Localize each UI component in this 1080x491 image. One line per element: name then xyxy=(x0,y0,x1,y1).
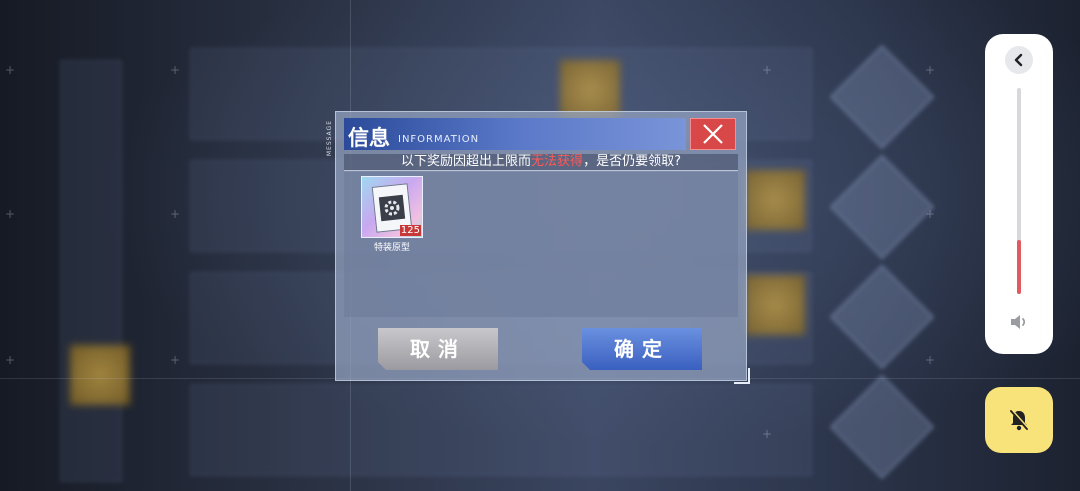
speaker-icon[interactable] xyxy=(1007,310,1031,334)
bg-cross: + xyxy=(170,63,181,77)
volume-back-button[interactable] xyxy=(1005,46,1033,74)
bg-diamond xyxy=(829,264,935,370)
bg-cross: + xyxy=(170,353,181,367)
dialog-corner-decoration xyxy=(734,368,750,384)
chevron-left-icon xyxy=(1014,53,1023,67)
volume-slider[interactable] xyxy=(1017,88,1021,294)
gear-emblem xyxy=(378,194,406,222)
dialog-title: 信息 xyxy=(348,125,390,150)
message-suffix: ，是否仍要领取? xyxy=(583,154,681,169)
bg-cross: + xyxy=(762,427,773,441)
bg-diamond xyxy=(829,374,935,480)
close-icon xyxy=(703,124,723,144)
reward-item[interactable]: 125 xyxy=(361,176,423,238)
bg-cross: + xyxy=(925,63,936,77)
dialog-message: 以下奖励因超出上限而无法获得，是否仍要领取? xyxy=(344,154,738,171)
bg-reward-row xyxy=(190,384,812,476)
confirm-button[interactable]: 确定 xyxy=(582,328,702,370)
bg-cross: + xyxy=(5,63,16,77)
bg-cross: + xyxy=(5,353,16,367)
dialog-title-en: INFORMATION xyxy=(398,134,480,145)
bg-cross: + xyxy=(5,207,16,221)
mute-button[interactable] xyxy=(985,387,1053,453)
cancel-button[interactable]: 取消 xyxy=(378,328,498,370)
bg-reward-tile xyxy=(70,345,130,405)
message-prefix: 以下奖励因超出上限而 xyxy=(401,154,532,169)
bg-cross: + xyxy=(925,207,936,221)
bell-off-icon xyxy=(1010,409,1029,431)
volume-panel xyxy=(985,34,1053,354)
message-warning: 无法获得 xyxy=(531,154,584,169)
reward-list: 125 特装原型 xyxy=(344,172,738,317)
close-button[interactable] xyxy=(690,118,736,150)
bg-cross: + xyxy=(925,353,936,367)
gear-icon xyxy=(384,200,400,216)
reward-item-name: 特装原型 xyxy=(373,243,410,253)
reward-confirm-dialog: MESSAGE 信息 INFORMATION 以下奖励因超出上限而无法获得，是否… xyxy=(326,111,750,384)
bg-diamond xyxy=(829,44,935,150)
bg-reward-tile xyxy=(745,170,805,230)
dialog-side-label: MESSAGE xyxy=(326,120,333,157)
bg-cross: + xyxy=(170,207,181,221)
bg-diamond xyxy=(829,154,935,260)
bg-sidebar xyxy=(60,60,122,482)
volume-slider-fill xyxy=(1017,240,1021,294)
dialog-titlebar: 信息 INFORMATION xyxy=(344,118,686,150)
bg-reward-tile xyxy=(745,275,805,335)
item-count: 125 xyxy=(399,225,421,236)
bg-cross: + xyxy=(762,63,773,77)
